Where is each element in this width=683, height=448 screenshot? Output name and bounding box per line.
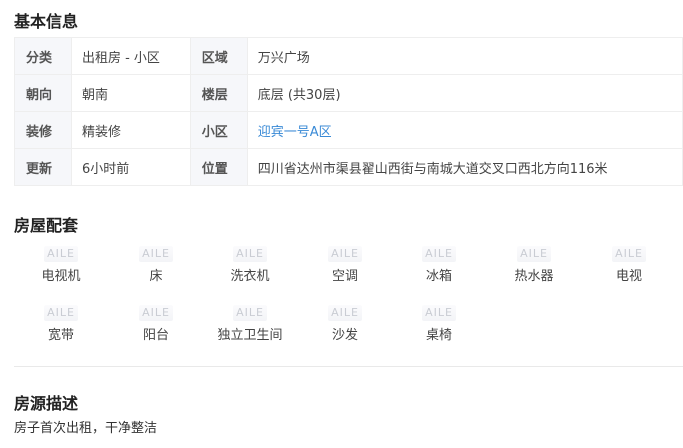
- facility-label: 宽带: [47, 328, 74, 343]
- facility-label: 洗衣机: [230, 269, 270, 284]
- location-value: 四川省达州市渠县翟山西街与南城大道交叉口西北方向116米: [246, 148, 683, 186]
- facility-item-table-chair: AILE 桌椅: [399, 305, 479, 343]
- orientation-label: 朝向: [14, 74, 72, 112]
- facility-item-bed: AILE 床: [116, 246, 196, 284]
- air-conditioner-icon: AILE: [328, 246, 362, 262]
- table-row: 更新 6小时前 位置 四川省达州市渠县翟山西街与南城大道交叉口西北方向116米: [14, 148, 683, 186]
- facility-label: 桌椅: [425, 328, 452, 343]
- facility-item-sofa: AILE 沙发: [305, 305, 385, 343]
- basic-info-title: 基本信息: [14, 12, 79, 31]
- tv-icon: AILE: [612, 246, 646, 262]
- facility-item-water-heater: AILE 热水器: [494, 246, 574, 284]
- water-heater-icon: AILE: [517, 246, 551, 262]
- sofa-icon: AILE: [328, 305, 362, 321]
- floor-value: 底层 (共30层): [246, 74, 683, 112]
- category-value: 出租房 - 小区: [70, 37, 191, 75]
- facility-item-fridge: AILE 冰箱: [399, 246, 479, 284]
- table-row: 分类 出租房 - 小区 区域 万兴广场: [14, 37, 683, 75]
- community-link[interactable]: 迎宾一号A区: [246, 111, 683, 149]
- orientation-value: 朝南: [70, 74, 191, 112]
- facility-label: 空调: [331, 269, 358, 284]
- community-label: 小区: [189, 111, 248, 149]
- facility-label: 床: [149, 269, 163, 284]
- facility-label: 冰箱: [425, 269, 452, 284]
- table-chair-icon: AILE: [422, 305, 456, 321]
- balcony-icon: AILE: [139, 305, 173, 321]
- updated-value: 6小时前: [70, 148, 191, 186]
- facility-item-balcony: AILE 阳台: [116, 305, 196, 343]
- facility-label: 电视: [615, 269, 642, 284]
- facility-label: 沙发: [331, 328, 358, 343]
- description-text: 房子首次出租，干净整洁: [14, 421, 158, 436]
- location-label: 位置: [189, 148, 248, 186]
- facility-item-broadband: AILE 宽带: [21, 305, 101, 343]
- facility-label: 阳台: [142, 328, 169, 343]
- facility-item-air-conditioner: AILE 空调: [305, 246, 385, 284]
- washing-machine-icon: AILE: [233, 246, 267, 262]
- tv-icon: AILE: [44, 246, 78, 262]
- table-row: 朝向 朝南 楼层 底层 (共30层): [14, 74, 683, 112]
- divider: [14, 366, 683, 367]
- facility-item-tv-2: AILE 电视: [589, 246, 669, 284]
- floor-label: 楼层: [189, 74, 248, 112]
- updated-label: 更新: [14, 148, 72, 186]
- facility-label: 热水器: [514, 269, 554, 284]
- facility-item-washing-machine: AILE 洗衣机: [210, 246, 290, 284]
- table-row: 装修 精装修 小区 迎宾一号A区: [14, 111, 683, 149]
- basic-info-table: 分类 出租房 - 小区 区域 万兴广场 朝向 朝南 楼层 底层 (共30层) 装…: [14, 37, 683, 186]
- fridge-icon: AILE: [422, 246, 456, 262]
- category-label: 分类: [14, 37, 72, 75]
- broadband-icon: AILE: [44, 305, 78, 321]
- facility-item-tv: AILE 电视机: [21, 246, 101, 284]
- facility-label: 独立卫生间: [217, 328, 283, 343]
- facility-item-bathroom: AILE 独立卫生间: [210, 305, 290, 343]
- description-title: 房源描述: [14, 394, 79, 413]
- area-label: 区域: [189, 37, 248, 75]
- decoration-value: 精装修: [70, 111, 191, 149]
- area-value: 万兴广场: [246, 37, 683, 75]
- bathroom-icon: AILE: [233, 305, 267, 321]
- decoration-label: 装修: [14, 111, 72, 149]
- facility-label: 电视机: [41, 269, 81, 284]
- facilities-title: 房屋配套: [14, 216, 79, 235]
- bed-icon: AILE: [139, 246, 173, 262]
